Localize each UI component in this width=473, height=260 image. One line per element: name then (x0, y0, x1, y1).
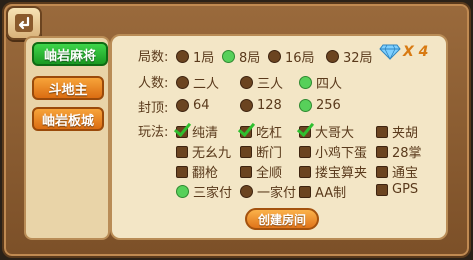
option-label: 16局 (285, 51, 315, 66)
radio-icon (176, 99, 189, 112)
rounds-option-8[interactable]: 8局 (222, 47, 260, 66)
room-cost: X 4 (379, 44, 428, 60)
option-label: GPS (392, 182, 419, 197)
tab-xiuyan-mahjong[interactable]: 岫岩麻将 (32, 42, 108, 66)
create-room-button[interactable]: 创建房间 (245, 208, 319, 230)
checkbox-checked-icon (299, 125, 311, 138)
option-label: 纯清 (192, 126, 219, 141)
rounds-label: 局数: (138, 50, 169, 65)
create-room-label: 创建房间 (257, 212, 306, 227)
option-label: 断门 (256, 146, 283, 161)
checkbox-icon (176, 165, 188, 178)
option-label: 8局 (239, 51, 261, 66)
checkbox-icon (299, 185, 311, 198)
checkbox-icon (240, 165, 252, 178)
players-option-4[interactable]: 四人 (299, 73, 342, 92)
back-arrow-icon (15, 14, 33, 32)
rule-tongbao[interactable]: 通宝 (376, 162, 418, 181)
checkbox-icon (240, 145, 252, 158)
rule-chunqing[interactable]: 纯清 (176, 122, 218, 141)
cap-option-128[interactable]: 128 (240, 98, 282, 113)
checkbox-icon (299, 165, 311, 178)
cap-option-256[interactable]: 256 (299, 98, 341, 113)
option-label: 通宝 (392, 166, 419, 181)
players-label: 人数: (138, 76, 169, 91)
rule-duanmen[interactable]: 断门 (240, 142, 282, 161)
rule-chigang[interactable]: 吃杠 (240, 122, 282, 141)
radio-selected-icon (299, 99, 312, 112)
rule-aa[interactable]: AA制 (299, 182, 346, 201)
option-label: 1局 (193, 51, 215, 66)
option-label: AA制 (315, 186, 347, 201)
option-label: 全顺 (256, 166, 283, 181)
checkbox-icon (176, 145, 188, 158)
checkbox-icon (376, 125, 388, 138)
option-label: 32局 (343, 51, 373, 66)
radio-icon (176, 50, 189, 63)
players-option-3[interactable]: 三人 (240, 73, 283, 92)
back-button[interactable] (6, 6, 42, 40)
rule-loubaosuanjia[interactable]: 搂宝算夹 (299, 162, 367, 181)
tab-doudizhu[interactable]: 斗地主 (32, 76, 104, 100)
option-label: 搂宝算夹 (315, 166, 368, 181)
cap-option-64[interactable]: 64 (176, 98, 210, 113)
option-label: 二人 (193, 77, 220, 92)
radio-icon (176, 76, 189, 89)
radio-selected-icon (176, 185, 189, 198)
option-label: 256 (316, 98, 341, 113)
rule-dagedа[interactable]: 大哥大 (299, 122, 354, 141)
rule-sanjiafu[interactable]: 三家付 (176, 182, 232, 201)
rule-quanshun[interactable]: 全顺 (240, 162, 282, 181)
option-label: 大哥大 (315, 126, 355, 141)
tab-label: 岫岩板城 (41, 113, 94, 129)
option-label: 四人 (316, 77, 343, 92)
rounds-option-16[interactable]: 16局 (268, 47, 315, 66)
rule-xiaojixiadan[interactable]: 小鸡下蛋 (299, 142, 367, 161)
checkbox-icon (376, 145, 388, 158)
cost-text: X 4 (403, 44, 429, 60)
radio-selected-icon (299, 76, 312, 89)
option-label: 夹胡 (392, 126, 419, 141)
diamond-icon (379, 44, 401, 60)
tab-label: 斗地主 (48, 82, 88, 98)
option-label: 128 (257, 98, 282, 113)
rule-28zhang[interactable]: 28掌 (376, 142, 422, 161)
option-label: 翻枪 (192, 166, 219, 181)
option-label: 三家付 (193, 186, 233, 201)
tab-label: 岫岩麻将 (43, 48, 96, 64)
checkbox-icon (299, 145, 311, 158)
radio-selected-icon (222, 50, 235, 63)
rule-fanqiang[interactable]: 翻枪 (176, 162, 218, 181)
option-label: 28掌 (392, 146, 422, 161)
players-option-2[interactable]: 二人 (176, 73, 219, 92)
option-label: 吃杠 (256, 126, 283, 141)
radio-icon (268, 50, 281, 63)
rule-jiahu[interactable]: 夹胡 (376, 122, 418, 141)
radio-icon (240, 76, 253, 89)
checkbox-icon (376, 165, 388, 178)
tab-xiuyan-bancheng[interactable]: 岫岩板城 (32, 107, 104, 131)
option-label: 64 (193, 98, 210, 113)
checkbox-checked-icon (240, 125, 252, 138)
option-label: 一家付 (257, 186, 297, 201)
checkbox-checked-icon (176, 125, 188, 138)
radio-icon (240, 185, 253, 198)
rule-wuyaojiu[interactable]: 无幺九 (176, 142, 231, 161)
rules-label: 玩法: (138, 125, 169, 140)
option-label: 无幺九 (192, 146, 232, 161)
option-label: 小鸡下蛋 (315, 146, 368, 161)
cap-label: 封顶: (138, 101, 169, 116)
game-sidebar (24, 36, 110, 240)
radio-icon (240, 99, 253, 112)
option-label: 三人 (257, 77, 284, 92)
rounds-option-32[interactable]: 32局 (326, 47, 373, 66)
radio-icon (326, 50, 339, 63)
rounds-option-1[interactable]: 1局 (176, 47, 214, 66)
rule-gps[interactable]: GPS (376, 182, 418, 197)
checkbox-icon (376, 183, 388, 196)
rule-yijiafu[interactable]: 一家付 (240, 182, 296, 201)
